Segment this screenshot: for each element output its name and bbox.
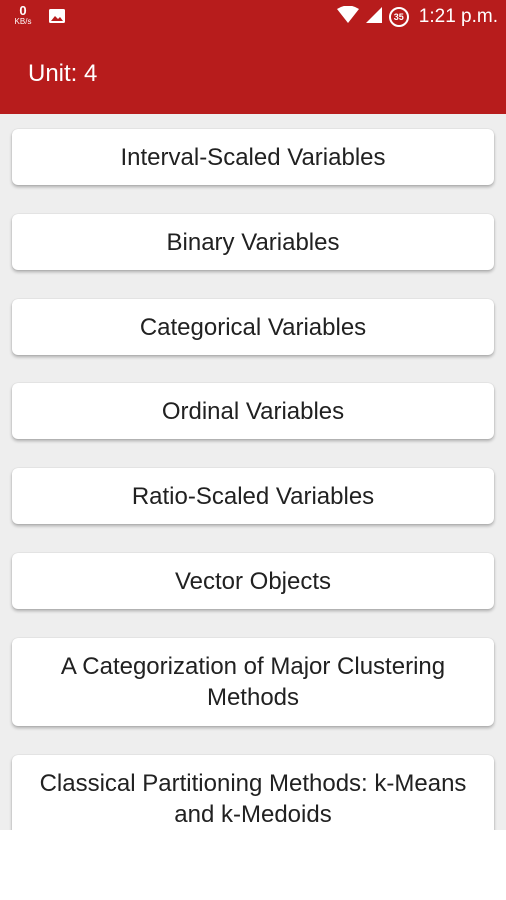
signal-icon — [365, 6, 383, 29]
topic-item-binary-variables[interactable]: Binary Variables — [12, 214, 494, 270]
clock: 1:21 p.m. — [418, 6, 498, 27]
gallery-icon — [48, 8, 66, 29]
network-speed-indicator: 0 KB/s — [10, 4, 36, 26]
page-title: Unit: 4 — [28, 60, 98, 87]
topic-item-partitioning-methods[interactable]: Classical Partitioning Methods: k-Means … — [12, 755, 494, 830]
app-bar: Unit: 4 — [0, 34, 506, 114]
topic-list-container[interactable]: Interval-Scaled Variables Binary Variabl… — [0, 114, 506, 830]
status-bar: 0 KB/s 35 1:21 p.m. — [0, 0, 506, 34]
network-speed-unit: KB/s — [14, 17, 32, 26]
battery-icon: 35 — [388, 7, 409, 27]
topic-item-clustering-methods[interactable]: A Categorization of Major Clustering Met… — [12, 638, 494, 726]
network-speed-value: 0 — [19, 3, 27, 18]
topic-item-ratio-scaled-variables[interactable]: Ratio-Scaled Variables — [12, 468, 494, 524]
topic-item-ordinal-variables[interactable]: Ordinal Variables — [12, 383, 494, 439]
topic-item-interval-scaled-variables[interactable]: Interval-Scaled Variables — [12, 129, 494, 185]
bottom-blank-area — [0, 830, 506, 900]
wifi-icon — [336, 5, 359, 29]
topic-item-vector-objects[interactable]: Vector Objects — [12, 553, 494, 609]
topic-item-categorical-variables[interactable]: Categorical Variables — [12, 299, 494, 355]
